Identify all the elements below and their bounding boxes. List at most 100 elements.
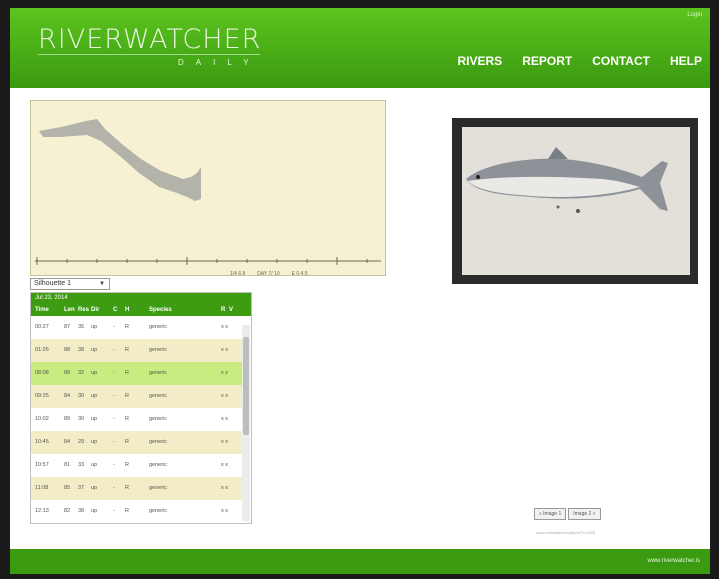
silhouette-select[interactable]: Silhouette 1 ▼	[30, 278, 110, 290]
cell-h: R	[125, 416, 129, 422]
cell-c: -	[113, 508, 115, 514]
cell-res: 37	[78, 485, 85, 491]
cell-species: generic	[149, 324, 168, 330]
cell-species: generic	[149, 393, 168, 399]
cell-time: 01:26	[35, 347, 49, 353]
column-header-species[interactable]: Species	[149, 304, 172, 316]
site-logo[interactable]: RIVERWATCHER	[38, 24, 261, 55]
cell-dir: up	[91, 347, 98, 353]
cell-actions[interactable]: x x	[221, 477, 228, 500]
table-header: Time Len Res Dir C H Species R V	[31, 304, 251, 316]
cell-species: generic	[149, 462, 168, 468]
cell-len: 88	[64, 370, 71, 376]
scrollbar-thumb[interactable]	[243, 337, 249, 435]
nav-report[interactable]: REPORT	[522, 54, 572, 68]
table-row[interactable]: 10:02 89 30 up - R generic x x	[31, 408, 243, 431]
cell-len: 85	[64, 485, 71, 491]
cell-h: R	[125, 370, 129, 376]
cell-actions[interactable]: x x	[221, 454, 228, 477]
table-row[interactable]: 10:57 81 33 up - R generic x x	[31, 454, 243, 477]
cell-c: -	[113, 370, 115, 376]
nav-contact[interactable]: CONTACT	[592, 54, 650, 68]
cell-res: 32	[78, 370, 85, 376]
cell-h: R	[125, 508, 129, 514]
column-header-dir[interactable]: Dir	[91, 304, 99, 316]
detections-table: Jul 23, 2014 Time Len Res Dir C H Specie…	[30, 292, 252, 524]
cell-dir: up	[91, 508, 98, 514]
column-header-len[interactable]: Len	[64, 304, 75, 316]
table-row[interactable]: 01:26 88 38 up - R generic x x	[31, 339, 243, 362]
column-header-time[interactable]: Time	[35, 304, 49, 316]
table-row[interactable]: 09:25 84 30 up - R generic x x	[31, 385, 243, 408]
nav-help[interactable]: HELP	[670, 54, 702, 68]
cell-dir: up	[91, 370, 98, 376]
fish-image	[466, 147, 668, 213]
cell-len: 87	[64, 324, 71, 330]
table-row-selected[interactable]: 08:08 88 32 up - R generic x x	[31, 362, 243, 385]
cell-c: -	[113, 416, 115, 422]
cell-c: -	[113, 347, 115, 353]
photo-background	[462, 127, 690, 275]
table-row[interactable]: 00:27 87 35 up - R generic x x	[31, 316, 243, 339]
cell-len: 82	[64, 508, 71, 514]
cell-res: 30	[78, 393, 85, 399]
cell-len: 89	[64, 416, 71, 422]
cell-actions[interactable]: x x	[221, 500, 228, 523]
cell-h: R	[125, 485, 129, 491]
logo-subtitle: DAILY	[178, 58, 261, 67]
cell-time: 10:02	[35, 416, 49, 422]
cell-len: 88	[64, 347, 71, 353]
plot-footer-label: 1/4 6 8	[230, 271, 246, 277]
column-header-res[interactable]: Res	[78, 304, 89, 316]
cell-c: -	[113, 485, 115, 491]
cell-species: generic	[149, 416, 168, 422]
table-scrollbar[interactable]	[242, 325, 250, 521]
cell-time: 10:57	[35, 462, 49, 468]
cell-actions[interactable]: x x	[221, 385, 228, 408]
table-row[interactable]: 12:13 82 38 up - R generic x x	[31, 500, 243, 523]
login-link[interactable]: Login	[687, 12, 702, 18]
prev-image-button[interactable]: « Image 1	[534, 508, 567, 520]
cell-species: generic	[149, 439, 168, 445]
permalink-text[interactable]: www.riverwatcherdaily.is/?r=2005	[536, 530, 595, 535]
cell-c: -	[113, 462, 115, 468]
main-nav: RIVERS REPORT CONTACT HELP	[458, 54, 711, 68]
cell-h: R	[125, 462, 129, 468]
cell-actions[interactable]: x x	[221, 316, 228, 339]
header: Login RIVERWATCHER DAILY RIVERS REPORT C…	[10, 8, 710, 88]
cell-actions[interactable]: x x	[221, 339, 228, 362]
cell-h: R	[125, 347, 129, 353]
fish-silhouette	[39, 119, 201, 201]
cell-dir: up	[91, 416, 98, 422]
column-header-c[interactable]: C	[113, 304, 117, 316]
cell-c: -	[113, 324, 115, 330]
cell-dir: up	[91, 324, 98, 330]
logo-divider	[38, 54, 260, 55]
cell-species: generic	[149, 485, 168, 491]
cell-actions[interactable]: x x	[221, 362, 228, 385]
cell-actions[interactable]: x x	[221, 431, 228, 454]
column-header-r[interactable]: R	[221, 304, 225, 316]
cell-dir: up	[91, 439, 98, 445]
footer: www.riverwatcher.is	[10, 549, 710, 574]
column-header-v[interactable]: V	[229, 304, 233, 316]
footer-link[interactable]: www.riverwatcher.is	[647, 558, 700, 564]
table-row[interactable]: 11:08 85 37 up - R generic x x	[31, 477, 243, 500]
plot-footer: 1/4 6 8 DAY 7/ 10 E 0 4 5	[230, 271, 308, 277]
cell-c: -	[113, 439, 115, 445]
cell-species: generic	[149, 370, 168, 376]
cell-c: -	[113, 393, 115, 399]
silhouette-plot[interactable]	[30, 100, 386, 276]
cell-species: generic	[149, 508, 168, 514]
table-date: Jul 23, 2014	[31, 293, 251, 304]
cell-time: 11:08	[35, 485, 49, 491]
cell-actions[interactable]: x x	[221, 408, 228, 431]
cell-time: 08:08	[35, 370, 49, 376]
next-image-button[interactable]: Image 2 »	[568, 508, 601, 520]
cell-time: 12:13	[35, 508, 49, 514]
nav-rivers[interactable]: RIVERS	[458, 54, 503, 68]
select-value: Silhouette 1	[34, 280, 71, 287]
table-row[interactable]: 10:45 84 29 up - R generic x x	[31, 431, 243, 454]
column-header-h[interactable]: H	[125, 304, 129, 316]
cell-dir: up	[91, 462, 98, 468]
